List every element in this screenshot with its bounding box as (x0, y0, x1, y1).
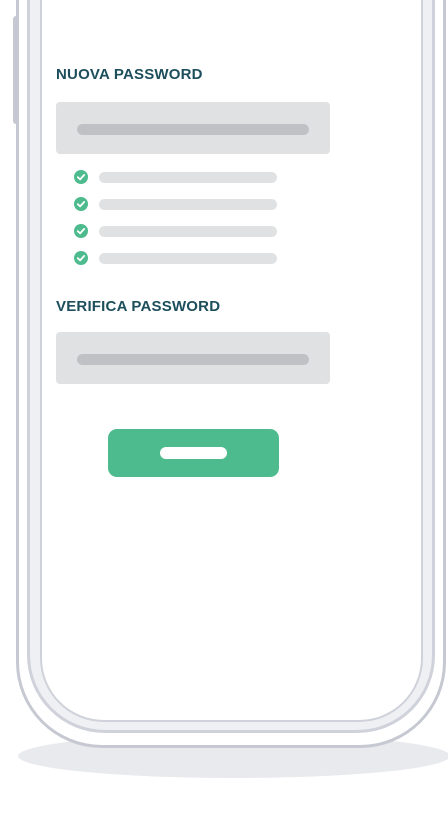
verify-password-field[interactable] (56, 332, 330, 384)
requirement-item (74, 170, 284, 197)
illustration: NUOVA PASSWORD VERIFICA PASSWORD (0, 0, 448, 816)
check-circle-icon (74, 197, 88, 211)
check-circle-icon (74, 224, 88, 238)
requirement-item (74, 197, 284, 224)
check-circle-icon (74, 170, 88, 184)
submit-button[interactable] (108, 429, 279, 477)
new-password-placeholder-bar (77, 124, 309, 135)
new-password-label: NUOVA PASSWORD (56, 66, 203, 83)
requirement-item (74, 251, 284, 278)
requirement-text-bar (99, 172, 277, 183)
requirement-item (74, 224, 284, 251)
requirement-text-bar (99, 226, 277, 237)
password-requirements-list (74, 170, 284, 278)
verify-password-placeholder-bar (77, 354, 309, 365)
check-circle-icon (74, 251, 88, 265)
requirement-text-bar (99, 253, 277, 264)
submit-button-label-bar (160, 447, 227, 459)
requirement-text-bar (99, 199, 277, 210)
new-password-field[interactable] (56, 102, 330, 154)
verify-password-label: VERIFICA PASSWORD (56, 298, 221, 315)
